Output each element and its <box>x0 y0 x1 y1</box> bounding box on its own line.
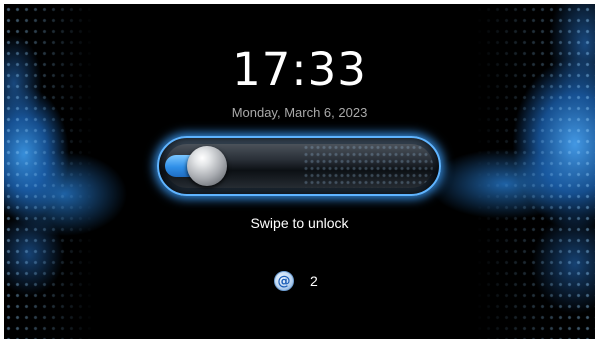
swipe-to-unlock-label: Swipe to unlock <box>250 215 349 231</box>
unlock-slider-splash <box>303 144 433 188</box>
email-count: 2 <box>310 273 318 289</box>
email-notification[interactable]: @ 2 <box>274 270 318 292</box>
clock-time: 17:33 <box>232 43 367 96</box>
clock-date: Monday, March 6, 2023 <box>231 105 368 120</box>
lock-screen: 17:33 Monday, March 6, 2023 Swipe to unl… <box>4 4 595 339</box>
unlock-slider-knob[interactable] <box>187 146 227 186</box>
unlock-slider[interactable] <box>157 136 441 196</box>
email-icon: @ <box>274 271 294 291</box>
